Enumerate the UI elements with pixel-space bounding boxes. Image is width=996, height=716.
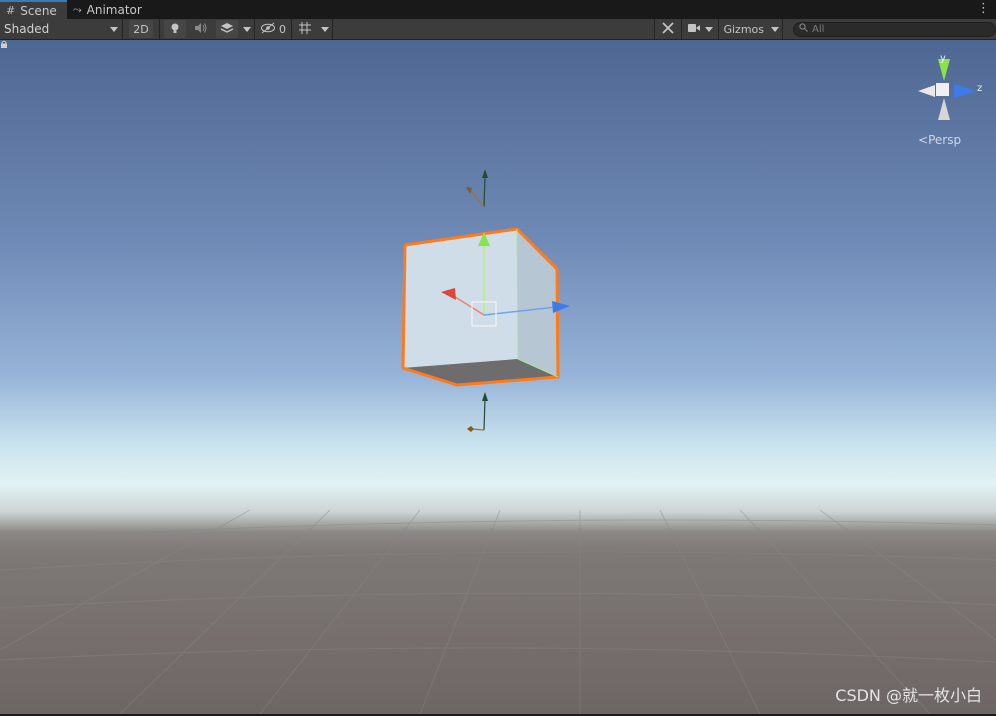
- gizmo-z-label: z: [977, 83, 982, 94]
- animator-icon: ⤳: [72, 2, 82, 16]
- scene-viewport[interactable]: y z <Persp CSDN @就一枚小白: [0, 40, 996, 714]
- scene-render: y z: [0, 53, 996, 714]
- search-icon: [799, 23, 808, 35]
- toggle-2d-button[interactable]: 2D: [129, 20, 153, 38]
- grid-toggle-button[interactable]: [294, 20, 316, 38]
- projection-toggle[interactable]: <Persp: [918, 133, 961, 147]
- divider: [654, 18, 656, 40]
- divider: [254, 18, 255, 40]
- camera-icon: [687, 23, 701, 36]
- z-axis-arrow: [552, 301, 570, 313]
- tab-scene[interactable]: # Scene: [0, 0, 67, 19]
- gizmo-neg-x-cone: [918, 85, 935, 97]
- gizmos-button[interactable]: Gizmos: [721, 20, 766, 38]
- lock-icon[interactable]: [0, 40, 8, 48]
- tab-label: Animator: [86, 2, 142, 17]
- effects-toggle-button[interactable]: [216, 20, 238, 38]
- lighting-toggle-button[interactable]: [164, 20, 186, 38]
- scene-visibility-button[interactable]: 0: [257, 20, 289, 38]
- tab-label: Scene: [20, 3, 57, 18]
- tab-bar: # Scene ⤳ Animator ⋮: [0, 0, 996, 19]
- gizmos-label: Gizmos: [723, 22, 764, 36]
- more-options-icon[interactable]: ⋮: [977, 1, 990, 16]
- divider: [122, 18, 123, 40]
- divider: [681, 18, 683, 40]
- grid-dropdown[interactable]: [318, 20, 332, 38]
- grid-icon: #: [6, 4, 16, 17]
- chevron-left-icon: <: [918, 133, 929, 147]
- bottom-helper-gizmo: [467, 392, 488, 432]
- search-input[interactable]: All: [793, 21, 996, 37]
- layers-icon: [220, 22, 234, 37]
- camera-settings-button[interactable]: [684, 20, 716, 38]
- divider: [782, 18, 783, 40]
- eye-hidden-icon: [260, 22, 276, 37]
- lightbulb-icon: [169, 22, 181, 37]
- hidden-count: 0: [279, 22, 286, 36]
- shading-mode-dropdown[interactable]: Shaded: [0, 20, 122, 38]
- scene-toolbar: Shaded 2D 0 Gizmos All: [0, 18, 996, 40]
- watermark: CSDN @就一枚小白: [835, 686, 982, 705]
- grid-snap-icon: [298, 21, 312, 38]
- divider: [159, 18, 160, 40]
- divider: [718, 18, 720, 40]
- gizmo-z-cone: [954, 84, 977, 98]
- search-placeholder: All: [812, 23, 825, 35]
- chevron-down-icon: [705, 26, 714, 32]
- gizmo-y-label: y: [940, 53, 946, 64]
- orientation-gizmo[interactable]: y z: [918, 53, 982, 120]
- shading-mode-label: Shaded: [4, 22, 50, 36]
- toggle-2d-label: 2D: [133, 22, 149, 36]
- selected-cube[interactable]: [401, 227, 560, 387]
- tab-animator[interactable]: ⤳ Animator: [67, 0, 152, 19]
- gizmo-neg-y-cone: [938, 98, 950, 120]
- effects-dropdown[interactable]: [240, 20, 254, 38]
- divider: [332, 18, 333, 40]
- scene-tools-button[interactable]: [657, 20, 679, 38]
- tools-icon: [661, 21, 675, 38]
- speaker-icon: [194, 22, 208, 37]
- projection-label: Persp: [928, 133, 962, 147]
- gizmo-center-cube: [936, 83, 949, 96]
- divider: [291, 18, 292, 40]
- top-helper-gizmo: [466, 169, 488, 208]
- audio-toggle-button[interactable]: [190, 20, 212, 38]
- chevron-down-icon: [110, 26, 118, 32]
- gizmos-dropdown[interactable]: [768, 20, 782, 38]
- chevron-down-icon: [321, 26, 329, 32]
- chevron-down-icon: [243, 26, 251, 32]
- chevron-down-icon: [771, 26, 779, 32]
